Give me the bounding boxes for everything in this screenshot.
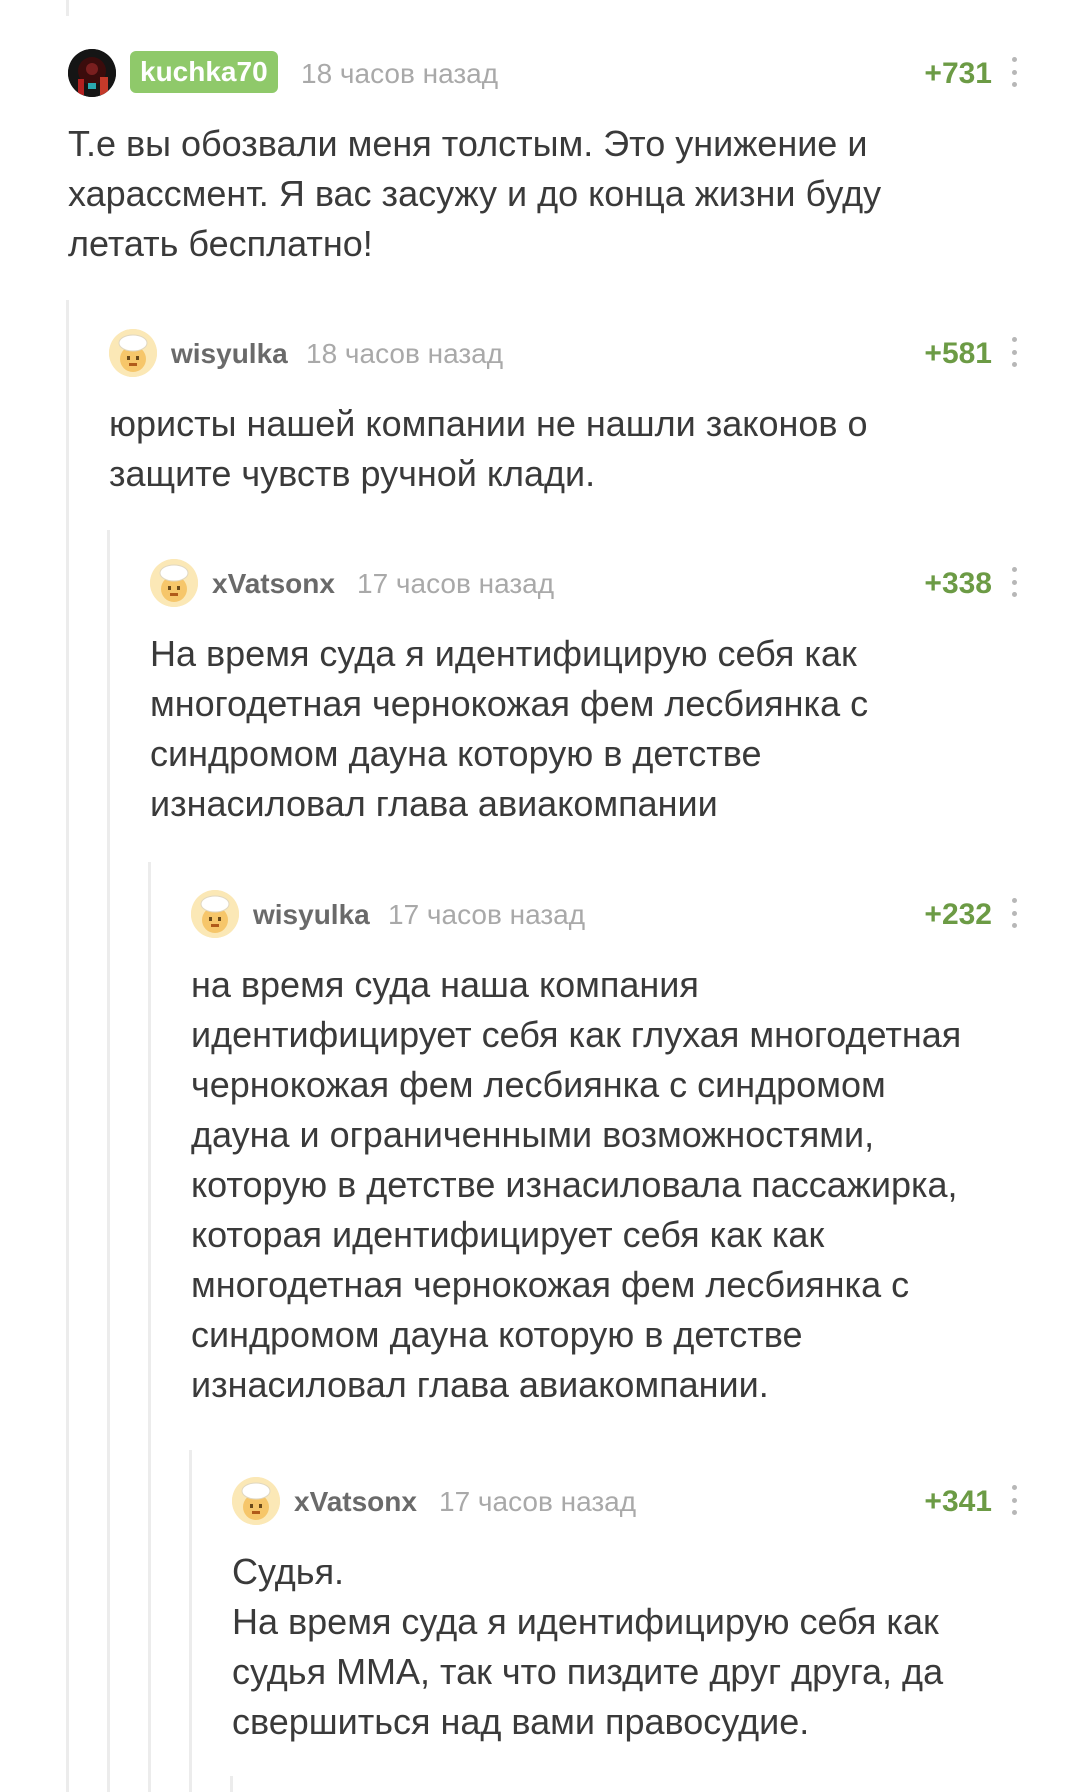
user-avatar[interactable]	[191, 890, 239, 938]
user-avatar[interactable]	[68, 49, 116, 97]
thread-line-level-5	[230, 1776, 233, 1792]
comment: wisyulka 17 часов назад +232 на время су…	[191, 886, 1018, 1410]
comment: kuchka70 18 часов назад +731 Т.е вы обоз…	[68, 45, 1018, 269]
comment-author[interactable]: xVatsonx	[294, 1487, 417, 1517]
comment-author[interactable]: xVatsonx	[212, 569, 335, 599]
comment-header: xVatsonx 17 часов назад +338	[150, 555, 1018, 611]
comment-author[interactable]: kuchka70	[130, 51, 278, 93]
comment-time[interactable]: 18 часов назад	[306, 339, 503, 369]
comment-text: Т.е вы обозвали меня толстым. Это унижен…	[68, 123, 882, 264]
thread-line-level-1	[66, 300, 69, 1792]
thread-line-level-0	[66, 0, 69, 16]
chef-avatar-icon	[150, 559, 198, 607]
user-avatar[interactable]	[150, 559, 198, 607]
user-avatar[interactable]	[232, 1477, 280, 1525]
comment-header: kuchka70 18 часов назад +731	[68, 45, 1018, 101]
thread-line-level-2	[107, 530, 110, 1792]
user-avatar[interactable]	[109, 329, 157, 377]
comment-rating: +581	[924, 337, 992, 370]
comment-text: Судья. На время суда я идентифицирую себ…	[232, 1551, 944, 1742]
comment-header: xVatsonx 17 часов назад +341	[232, 1473, 1018, 1529]
more-vertical-icon[interactable]	[1010, 57, 1018, 87]
more-vertical-icon[interactable]	[1010, 1485, 1018, 1515]
chef-avatar-icon	[109, 329, 157, 377]
comment-author[interactable]: wisyulka	[253, 900, 370, 930]
comment-time[interactable]: 17 часов назад	[388, 900, 585, 930]
chef-avatar-icon	[232, 1477, 280, 1525]
comment: xVatsonx 17 часов назад +341 Судья. На в…	[232, 1473, 1018, 1747]
comment-time[interactable]: 18 часов назад	[301, 59, 498, 89]
more-vertical-icon[interactable]	[1010, 567, 1018, 597]
more-vertical-icon[interactable]	[1010, 898, 1018, 928]
thread-line-level-4	[189, 1450, 192, 1792]
comment-time[interactable]: 17 часов назад	[439, 1487, 636, 1517]
thread-line-level-3	[148, 862, 151, 1792]
comment-rating: +341	[924, 1485, 992, 1518]
comment-header: wisyulka 18 часов назад +581	[109, 325, 1018, 381]
comment: xVatsonx 17 часов назад +338 На время су…	[150, 555, 1018, 829]
comment-header: wisyulka 17 часов назад +232	[191, 886, 1018, 942]
more-vertical-icon[interactable]	[1010, 337, 1018, 367]
comment-text: юристы нашей компании не нашли законов о…	[109, 403, 868, 494]
comment-rating: +338	[924, 567, 992, 600]
chef-avatar-icon	[191, 890, 239, 938]
comment-rating: +232	[924, 898, 992, 931]
comment-time[interactable]: 17 часов назад	[357, 569, 554, 599]
comment-text: На время суда я идентифицирую себя как м…	[150, 633, 869, 824]
comment-rating: +731	[924, 57, 992, 90]
comment-text: на время суда наша компания идентифициру…	[191, 964, 962, 1405]
avatar-image	[68, 49, 116, 97]
comment-author[interactable]: wisyulka	[171, 339, 288, 369]
comment: wisyulka 18 часов назад +581 юристы наше…	[109, 325, 1018, 499]
